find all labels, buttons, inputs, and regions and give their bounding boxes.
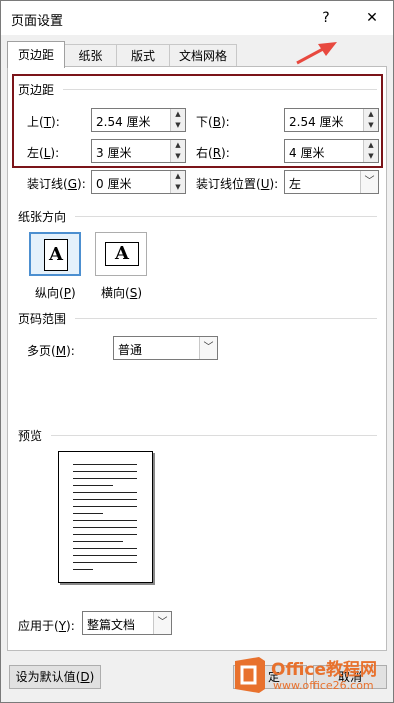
chevron-down-icon[interactable]: ﹀ [153, 612, 171, 634]
apply-to-label: 应用于(Y): [18, 619, 75, 633]
gutter-position-select[interactable]: 左 ﹀ [284, 170, 379, 194]
tab-layout[interactable]: 版式 [116, 44, 170, 67]
gutter-position-label: 装订线位置(U): [196, 177, 279, 191]
multiple-pages-label: 多页(M): [27, 344, 75, 358]
landscape-page-icon: A [105, 242, 139, 266]
apply-to-select[interactable]: 整篇文档 ﹀ [82, 611, 172, 635]
gutter-position-value: 左 [289, 177, 302, 191]
multiple-pages-value: 普通 [118, 343, 143, 357]
dialog-title: 页面设置 [11, 14, 64, 29]
gutter-value: 0 厘米 [96, 177, 132, 191]
set-as-default-button[interactable]: 设为默认值(D) [9, 665, 101, 689]
page-setup-dialog: 页面设置 ? ✕ 页边距 纸张 版式 文档网格 页边距 上(T): 2.54 厘… [0, 0, 394, 703]
section-divider [51, 435, 377, 436]
watermark: Office教程网 www.office26.com [229, 653, 389, 699]
tab-margins[interactable]: 页边距 [7, 41, 65, 68]
orientation-section-title: 纸张方向 [18, 210, 67, 224]
section-divider [75, 216, 377, 217]
multiple-pages-select[interactable]: 普通 ﹀ [113, 336, 218, 360]
highlight-box [12, 74, 383, 168]
tab-document-grid[interactable]: 文档网格 [169, 44, 237, 67]
arrow-annotation-icon [296, 42, 337, 65]
title-bar: 页面设置 ? ✕ [1, 1, 393, 35]
portrait-page-icon: A [44, 239, 68, 271]
tab-paper[interactable]: 纸张 [64, 44, 117, 67]
gutter-label: 装订线(G): [27, 177, 86, 191]
chevron-down-icon[interactable]: ﹀ [360, 171, 378, 193]
preview-section-title: 预览 [18, 429, 43, 443]
help-button[interactable]: ? [313, 7, 339, 29]
landscape-label: 横向(S) [101, 286, 143, 300]
portrait-button[interactable]: A [29, 232, 81, 276]
landscape-button[interactable]: A [95, 232, 147, 276]
gutter-spinner[interactable]: 0 厘米 ▲ ▼ [91, 170, 186, 194]
apply-to-value: 整篇文档 [87, 618, 136, 632]
chevron-down-icon[interactable]: ﹀ [199, 337, 217, 359]
section-divider [75, 318, 377, 319]
watermark-brand: Office教程网 [271, 660, 378, 680]
spin-down-icon[interactable]: ▼ [171, 182, 185, 193]
office-logo-icon [235, 657, 265, 693]
close-button[interactable]: ✕ [359, 7, 385, 29]
preview-page [58, 451, 153, 583]
portrait-label: 纵向(P) [35, 286, 76, 300]
page-range-section-title: 页码范围 [18, 312, 67, 326]
watermark-url: www.office26.com [273, 679, 374, 692]
